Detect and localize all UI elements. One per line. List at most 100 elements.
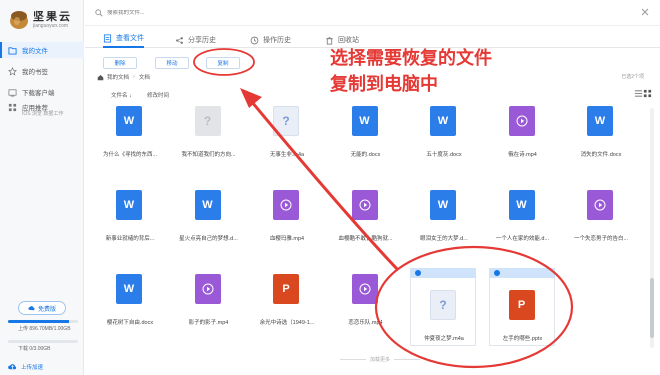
upload-accelerate-link[interactable]: 上传加速 <box>8 362 43 371</box>
file-name: 影子的影子.mp4 <box>188 320 229 326</box>
selected-checkbox[interactable] <box>415 270 421 276</box>
app-logo[interactable]: 坚果云 jianguoyun.com <box>8 6 82 34</box>
ppt-icon: P <box>508 290 535 320</box>
copy-button[interactable]: 复制 <box>206 57 240 69</box>
download-quota-text: 下载 0/3.00GB <box>18 346 51 352</box>
move-button[interactable]: 移动 <box>155 57 189 69</box>
folder-icon <box>8 46 17 55</box>
audio-file-icon: ? <box>273 106 299 136</box>
upload-quota-bar <box>8 320 78 323</box>
generic-file-icon: ? <box>194 106 221 136</box>
file-type-glyph: W <box>123 283 135 295</box>
file-item[interactable]: W 无能的.docx <box>330 100 402 180</box>
file-item[interactable]: P 余光中诗选（1949-1... <box>251 268 323 348</box>
file-type-glyph: P <box>517 299 526 311</box>
search-input[interactable] <box>107 10 197 16</box>
tab-share-history[interactable]: 分享历史 <box>175 32 216 48</box>
top-bar <box>85 0 660 26</box>
sidebar-item-my-files[interactable]: 我的文件 <box>0 42 84 58</box>
breadcrumb: 我的文档 › 文档 <box>97 73 150 81</box>
trash-icon <box>326 36 333 45</box>
file-name: 樱花树下自由.docx <box>106 320 154 326</box>
file-type-glyph: W <box>123 199 135 211</box>
load-more[interactable]: 加载更多 <box>320 355 440 363</box>
delete-button[interactable]: 删除 <box>103 57 137 69</box>
scrollbar[interactable] <box>650 108 654 348</box>
file-item[interactable]: ? 我不知道我们的方向... <box>173 100 245 180</box>
file-name: 星火点亮自己的梦想.d... <box>179 236 238 242</box>
file-item[interactable]: W 樱花树下自由.docx <box>94 268 166 348</box>
file-name: 余光中诗选（1949-1... <box>259 320 315 326</box>
breadcrumb-root[interactable]: 我的文档 <box>107 73 129 81</box>
logo-name: 坚果云 <box>33 11 72 23</box>
file-item[interactable]: 影子的影子.mp4 <box>173 268 245 348</box>
sort-by-name[interactable]: 文件名 ↓ <box>111 91 132 99</box>
tab-operation-history[interactable]: 操作历史 <box>250 32 291 48</box>
vip-label: 免费版 <box>37 306 56 313</box>
file-type-glyph: W <box>594 115 606 127</box>
file-type-glyph: W <box>359 115 370 127</box>
upload-cloud-icon <box>8 364 17 370</box>
home-icon[interactable] <box>97 74 104 81</box>
file-item[interactable]: 血樱玛雅.mp4 <box>251 184 323 264</box>
file-item[interactable]: W 新事业就绪的背后... <box>94 184 166 264</box>
file-name: 新事业就绪的背后... <box>105 236 155 242</box>
file-type-glyph: W <box>437 199 449 211</box>
scrollbar-thumb[interactable] <box>650 278 654 338</box>
annotation-callout: 选择需要恢复的文件 复制到电脑中 <box>330 46 550 98</box>
file-item[interactable]: 俄在诗.mp4 <box>487 100 559 180</box>
file-item[interactable]: W 一个人在家的效能.d... <box>487 184 559 264</box>
file-name: 仲夏夜之梦.m4a <box>424 336 464 342</box>
breadcrumb-current[interactable]: 文档 <box>139 73 150 81</box>
sidebar-item-label: 我的文件 <box>22 48 48 55</box>
file-item[interactable]: 血樱酷不敢，酷狗就... <box>330 184 402 264</box>
close-icon[interactable] <box>640 7 650 17</box>
file-item[interactable]: W 为什么《寻找的东西... <box>94 100 166 180</box>
file-type-glyph: P <box>282 283 290 295</box>
word-doc-icon: W <box>430 190 456 220</box>
file-item[interactable]: W 星火点亮自己的梦想.d... <box>173 184 245 264</box>
file-item[interactable]: W 五十度灰.docx <box>408 100 480 180</box>
file-item[interactable]: W 消失的文件.docx <box>565 100 634 180</box>
word-doc-icon: W <box>116 190 142 220</box>
tab-view-files[interactable]: 查看文件 <box>103 32 144 48</box>
file-name: 我不知道我们的方向... <box>181 152 236 158</box>
word-doc-icon: W <box>116 274 142 304</box>
search-box[interactable] <box>95 7 205 19</box>
tab-label: 查看文件 <box>116 35 144 42</box>
file-name: 无能的.docx <box>350 152 381 158</box>
grid-view-icon[interactable] <box>643 89 652 98</box>
ppt-icon: P <box>273 274 299 304</box>
download-icon <box>8 88 17 97</box>
apps-subtitle: IOS 浏览 数据工作 <box>22 111 64 117</box>
star-icon <box>8 66 17 76</box>
selected-checkbox[interactable] <box>493 270 500 276</box>
file-type-glyph: W <box>437 115 449 127</box>
file-name: 一个失恋男子的告白... <box>573 236 629 242</box>
apps-icon <box>8 103 17 112</box>
sidebar-item-bookmarks[interactable]: 我的书签 <box>0 63 84 79</box>
list-view-icon[interactable] <box>634 89 643 98</box>
file-item[interactable]: 恋恋乐队.mp4 <box>330 268 402 348</box>
file-name: 一个人在家的效能.d... <box>495 236 550 242</box>
vip-badge[interactable]: 免费版 <box>18 301 66 315</box>
logo-domain: jianguoyun.com <box>33 23 69 29</box>
file-item[interactable]: ? 无事生非.m4a <box>251 100 323 180</box>
video-file-icon <box>273 190 299 220</box>
file-type-glyph: ? <box>282 114 290 128</box>
file-item[interactable]: P 左手的哪些.pptx <box>486 268 559 348</box>
divider <box>394 358 420 360</box>
tab-label: 操作历史 <box>263 37 291 44</box>
upload-quota-text: 上传 896.70MB/1.00GB <box>18 326 71 332</box>
file-item[interactable]: 一个失恋男子的告白... <box>565 184 634 264</box>
sidebar-item-download-client[interactable]: 下载客户端 <box>0 84 84 100</box>
video-file-icon <box>351 190 378 220</box>
sidebar-item-label: 我的书签 <box>22 69 48 76</box>
file-item[interactable]: W 眼泪女王的大梦.d... <box>408 184 480 264</box>
divider <box>339 358 366 360</box>
file-item[interactable]: ? 仲夏夜之梦.m4a <box>408 268 480 348</box>
sort-by-time[interactable]: 修改时间 <box>147 91 169 99</box>
word-doc-icon: W <box>351 106 378 136</box>
file-name: 俄在诗.mp4 <box>508 152 537 158</box>
file-name: 五十度灰.docx <box>426 152 462 158</box>
